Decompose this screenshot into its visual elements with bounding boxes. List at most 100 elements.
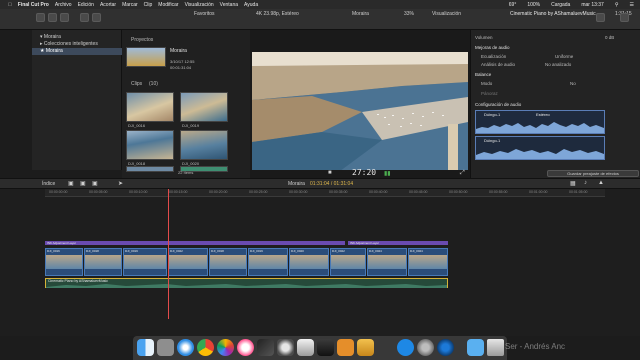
clip-thumbnail[interactable] bbox=[126, 166, 174, 172]
menu-visualizacion[interactable]: Visualización bbox=[185, 2, 214, 8]
skimming-icon[interactable]: ▲ bbox=[598, 180, 604, 186]
menu-edicion[interactable]: Edición bbox=[78, 2, 94, 8]
append-icon[interactable]: ▣ bbox=[68, 180, 74, 187]
app-name[interactable]: Final Cut Pro bbox=[18, 2, 49, 8]
folder-icon[interactable] bbox=[467, 339, 484, 356]
final-cut-icon[interactable] bbox=[257, 339, 274, 356]
share-icon[interactable] bbox=[596, 13, 605, 22]
menu-archivo[interactable]: Archivo bbox=[55, 2, 72, 8]
books-icon[interactable] bbox=[337, 339, 354, 356]
volume-value[interactable]: 0 dB bbox=[605, 34, 614, 41]
audio-skimming-icon[interactable]: ♪ bbox=[584, 180, 587, 186]
clip-thumbnail[interactable] bbox=[126, 130, 174, 160]
analysis-label: Análisis de audio bbox=[481, 62, 516, 67]
titles-icon[interactable] bbox=[60, 13, 69, 22]
mode-row[interactable]: Modo No bbox=[475, 80, 637, 87]
video-clip[interactable]: DJI_0019 bbox=[123, 248, 167, 276]
project-thumbnail[interactable] bbox=[126, 47, 166, 67]
clip-appearance-icon[interactable]: ▦ bbox=[570, 180, 576, 187]
video-clip[interactable]: DJI_0024 bbox=[408, 248, 448, 276]
projects-header[interactable]: Proyectos bbox=[131, 37, 153, 43]
menu-acortar[interactable]: Acortar bbox=[100, 2, 116, 8]
compressor-icon[interactable] bbox=[297, 339, 314, 356]
safari-icon[interactable] bbox=[177, 339, 194, 356]
timeline-project-name: Moraira bbox=[288, 181, 305, 187]
menu-clip[interactable]: Clip bbox=[144, 2, 153, 8]
index-button[interactable]: Índice bbox=[42, 181, 55, 187]
video-frame[interactable] bbox=[252, 52, 468, 177]
balance-header[interactable]: Balance bbox=[475, 71, 637, 78]
adjustment-layer-clip[interactable]: INK Adjustment Layer bbox=[348, 241, 448, 245]
video-clip[interactable]: DJI_0022 bbox=[168, 248, 208, 276]
view-menu[interactable]: Visualización bbox=[432, 11, 461, 17]
insert-icon[interactable]: ▣ bbox=[80, 180, 86, 187]
key-icon[interactable] bbox=[92, 13, 101, 22]
search-icon[interactable]: ⚲ bbox=[615, 2, 619, 8]
transmit-icon[interactable] bbox=[357, 339, 374, 356]
menu-list-icon[interactable]: ☰ bbox=[630, 2, 634, 8]
library-item[interactable]: ▾ Moraira bbox=[32, 34, 122, 41]
menu-ayuda[interactable]: Ayuda bbox=[244, 2, 258, 8]
timeline-ruler[interactable]: 00:00:00:00 00:00:05:00 00:00:10:00 00:0… bbox=[45, 189, 605, 197]
finder-icon[interactable] bbox=[137, 339, 154, 356]
video-clip[interactable]: DJI_0019 bbox=[248, 248, 288, 276]
audio-meter-icon[interactable]: ▮▮ bbox=[384, 170, 391, 177]
apple-icon[interactable]:  bbox=[8, 2, 12, 8]
photos-icon[interactable] bbox=[217, 339, 234, 356]
chrome-icon[interactable] bbox=[197, 339, 214, 356]
play-icon[interactable]: ■ bbox=[328, 170, 332, 176]
video-clip[interactable]: DJI_0016 bbox=[45, 248, 83, 276]
video-clip[interactable]: DJI_0020 bbox=[289, 248, 329, 276]
select-tool-icon[interactable]: ➤ bbox=[118, 180, 123, 187]
video-clip[interactable]: DJI_0018 bbox=[84, 248, 122, 276]
launchpad-icon[interactable] bbox=[157, 339, 174, 356]
video-clip[interactable]: DJI_0018 bbox=[209, 248, 247, 276]
clapper-icon[interactable] bbox=[317, 339, 334, 356]
timecode-display[interactable]: 27:20 bbox=[352, 168, 376, 177]
overwrite-icon[interactable]: ▣ bbox=[92, 180, 98, 187]
save-preset-button[interactable]: Guardar preajuste de efectos bbox=[547, 170, 639, 177]
mode-value[interactable]: No bbox=[570, 80, 576, 87]
adjustment-layer-clip[interactable]: INK Adjustment Layer bbox=[45, 241, 345, 245]
battery-status[interactable]: Cargada bbox=[551, 2, 570, 8]
motion-icon[interactable] bbox=[277, 339, 294, 356]
channel-mode[interactable]: Estéreo bbox=[536, 112, 550, 117]
menu-ventana[interactable]: Ventana bbox=[220, 2, 238, 8]
video-clip[interactable]: DJI_0022 bbox=[330, 248, 366, 276]
favorites-filter[interactable]: Favoritos bbox=[194, 11, 215, 17]
clock[interactable]: mar 13:37 bbox=[581, 2, 604, 8]
config-header[interactable]: Configuración de audio bbox=[475, 101, 637, 108]
channel-waveform[interactable]: Dúingo-1 Estéreo bbox=[475, 110, 605, 134]
clip-thumbnail[interactable] bbox=[180, 92, 228, 122]
smart-collections-item[interactable]: ▸ Colecciones inteligentes bbox=[32, 41, 122, 48]
photos-audio-icon[interactable] bbox=[48, 13, 57, 22]
system-preferences-icon[interactable] bbox=[417, 339, 434, 356]
menu-modificar[interactable]: Modificar bbox=[158, 2, 178, 8]
fullscreen-icon[interactable]: ⤢ bbox=[460, 170, 465, 177]
enhancements-header[interactable]: Mejoras de audio bbox=[475, 44, 637, 51]
clips-header[interactable]: Clips bbox=[131, 81, 142, 87]
import-icon[interactable] bbox=[80, 13, 89, 22]
playhead[interactable] bbox=[168, 189, 169, 319]
analysis-row[interactable]: Análisis de audio No analizado bbox=[475, 61, 637, 68]
event-item[interactable]: ★ Moraira bbox=[32, 48, 122, 55]
video-clip[interactable]: DJI_0024 bbox=[367, 248, 407, 276]
trash-icon[interactable] bbox=[487, 339, 504, 356]
audio-clip[interactable]: Cinematic Piano by AShamaluevMusic bbox=[45, 278, 448, 288]
eq-value[interactable]: Uniforme bbox=[555, 53, 573, 60]
clip-thumbnail[interactable] bbox=[180, 130, 228, 160]
app-store-icon[interactable] bbox=[397, 339, 414, 356]
itunes-icon[interactable] bbox=[237, 339, 254, 356]
clip-thumbnail[interactable] bbox=[126, 92, 174, 122]
wifi-level[interactable]: 69° bbox=[509, 2, 517, 8]
pan-row[interactable]: Pánoraz bbox=[475, 90, 637, 97]
library-icon[interactable] bbox=[36, 13, 45, 22]
eq-row[interactable]: Ecualización Uniforme bbox=[475, 53, 637, 60]
menu-marcar[interactable]: Marcar bbox=[122, 2, 138, 8]
quicktime-icon[interactable] bbox=[437, 339, 454, 356]
channel-waveform[interactable]: Dúingo-1 bbox=[475, 136, 605, 160]
clip-label: DJI_0022 bbox=[332, 249, 345, 253]
zoom-level[interactable]: 33% bbox=[404, 11, 414, 17]
volume-row[interactable]: Volumen 0 dB bbox=[475, 34, 637, 41]
inspector-toggle-icon[interactable] bbox=[620, 13, 629, 22]
